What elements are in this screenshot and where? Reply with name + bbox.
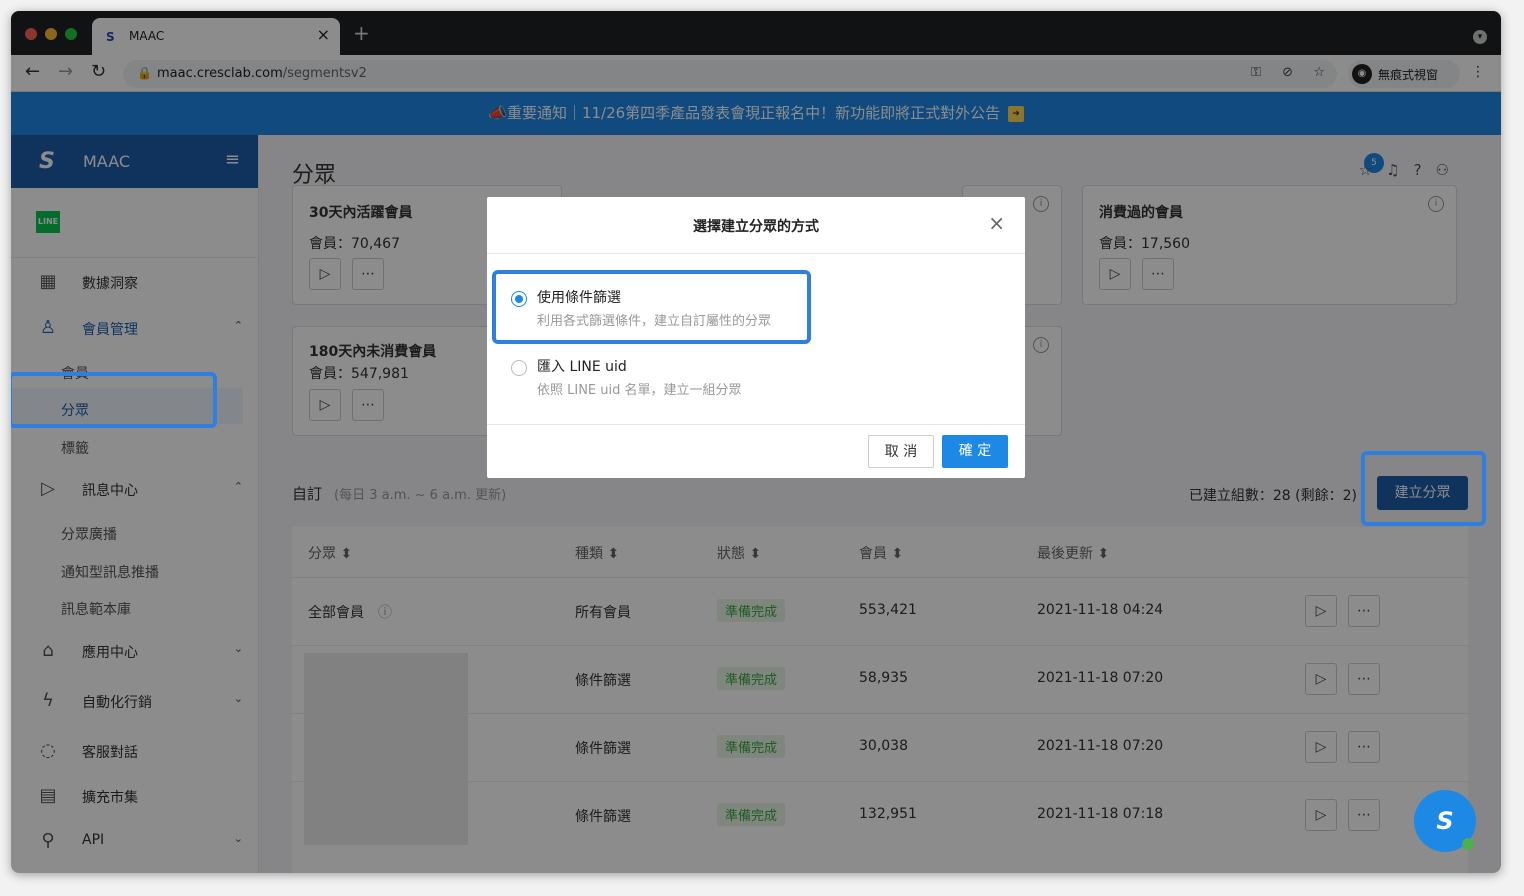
close-icon[interactable]: × xyxy=(988,211,1005,235)
divider xyxy=(487,424,1025,425)
support-chat-button[interactable]: S xyxy=(1414,790,1476,852)
highlight-create-button xyxy=(1361,451,1486,526)
dialog-title: 選擇建立分眾的方式 xyxy=(693,219,819,235)
highlight-segments-menu xyxy=(11,372,217,428)
create-segment-dialog: 選擇建立分眾的方式 × 使用條件篩選 利用各式篩選條件，建立自訂屬性的分眾 匯入… xyxy=(487,197,1025,478)
option-label: 匯入 LINE uid xyxy=(537,359,627,375)
cancel-button[interactable]: 取 消 xyxy=(868,435,934,468)
browser-window: S MAAC × + ▾ ← → ↻ 🔒 maac.cresclab.com/s… xyxy=(11,11,1501,873)
radio-button[interactable] xyxy=(511,360,527,376)
highlight-condition-option xyxy=(492,270,811,344)
option-description: 依照 LINE uid 名單，建立一組分眾 xyxy=(537,383,742,398)
confirm-button[interactable]: 確 定 xyxy=(942,435,1008,468)
maac-logo-icon: S xyxy=(1436,807,1454,835)
online-status-dot xyxy=(1462,838,1474,850)
divider xyxy=(487,253,1025,254)
